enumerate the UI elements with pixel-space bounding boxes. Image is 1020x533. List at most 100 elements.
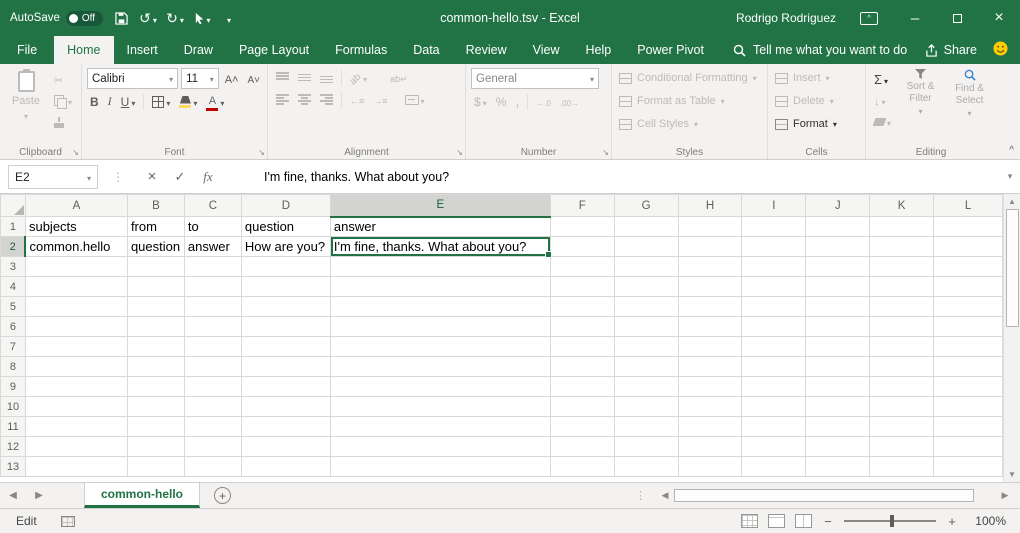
cell-h3[interactable] <box>678 257 742 277</box>
cell-i4[interactable] <box>742 277 806 297</box>
column-header-k[interactable]: K <box>870 195 934 217</box>
cell-e10[interactable] <box>330 397 550 417</box>
cell-e1[interactable]: answer <box>330 217 550 237</box>
decrease-decimal-button[interactable] <box>557 92 582 111</box>
cell-f13[interactable] <box>550 457 614 477</box>
cell-h6[interactable] <box>678 317 742 337</box>
vertical-scrollbar[interactable]: ▲ ▼ <box>1003 194 1020 482</box>
grow-font-button[interactable] <box>222 69 242 88</box>
ribbon-display-options-button[interactable] <box>852 0 894 36</box>
cell-l6[interactable] <box>934 317 1003 337</box>
cell-i8[interactable] <box>742 357 806 377</box>
cell-e12[interactable] <box>330 437 550 457</box>
cell-l7[interactable] <box>934 337 1003 357</box>
cell-l1[interactable] <box>934 217 1003 237</box>
percent-style-button[interactable] <box>493 92 510 111</box>
cell-i1[interactable] <box>742 217 806 237</box>
align-bottom-button[interactable] <box>317 68 336 87</box>
tab-file[interactable]: File <box>0 36 54 64</box>
cell-j6[interactable] <box>806 317 870 337</box>
cell-i11[interactable] <box>742 417 806 437</box>
tell-me-search[interactable]: Tell me what you want to do <box>733 36 907 64</box>
cell-j12[interactable] <box>806 437 870 457</box>
undo-button[interactable] <box>139 6 157 30</box>
cell-h9[interactable] <box>678 377 742 397</box>
collapse-ribbon-icon[interactable] <box>1009 145 1014 156</box>
cell-h8[interactable] <box>678 357 742 377</box>
sheet-nav-left-icon[interactable]: ◀ <box>0 490 26 501</box>
number-dialog-launcher-icon[interactable] <box>602 148 609 157</box>
cell-d2[interactable]: How are you? <box>241 237 330 257</box>
cancel-entry-button[interactable] <box>138 168 166 185</box>
cell-j5[interactable] <box>806 297 870 317</box>
row-header-11[interactable]: 11 <box>1 417 26 437</box>
font-size-combo[interactable]: 11 <box>181 68 219 89</box>
cell-e2[interactable]: I'm fine, thanks. What about you? <box>330 237 550 257</box>
horizontal-scroll-thumb[interactable] <box>674 489 974 502</box>
cell-a11[interactable] <box>25 417 127 437</box>
cell-k8[interactable] <box>870 357 934 377</box>
cell-b2[interactable]: question <box>127 237 184 257</box>
account-user-name[interactable]: Rodrigo Rodriguez <box>736 11 836 25</box>
cell-k4[interactable] <box>870 277 934 297</box>
cell-k11[interactable] <box>870 417 934 437</box>
cell-b4[interactable] <box>127 277 184 297</box>
alignment-dialog-launcher-icon[interactable] <box>456 148 463 157</box>
scroll-up-icon[interactable]: ▲ <box>1004 194 1020 209</box>
align-center-button[interactable] <box>295 90 314 109</box>
cell-e8[interactable] <box>330 357 550 377</box>
cell-c13[interactable] <box>184 457 241 477</box>
cell-k2[interactable] <box>870 237 934 257</box>
cell-d13[interactable] <box>241 457 330 477</box>
cell-i13[interactable] <box>742 457 806 477</box>
cell-c1[interactable]: to <box>184 217 241 237</box>
cell-g13[interactable] <box>614 457 678 477</box>
cell-l11[interactable] <box>934 417 1003 437</box>
cell-f6[interactable] <box>550 317 614 337</box>
row-header-3[interactable]: 3 <box>1 257 26 277</box>
cell-g12[interactable] <box>614 437 678 457</box>
cell-c6[interactable] <box>184 317 241 337</box>
cell-d1[interactable]: question <box>241 217 330 237</box>
cell-l9[interactable] <box>934 377 1003 397</box>
cell-f3[interactable] <box>550 257 614 277</box>
cell-k6[interactable] <box>870 317 934 337</box>
row-header-10[interactable]: 10 <box>1 397 26 417</box>
row-header-7[interactable]: 7 <box>1 337 26 357</box>
tab-help[interactable]: Help <box>573 36 625 64</box>
row-header-6[interactable]: 6 <box>1 317 26 337</box>
cell-d8[interactable] <box>241 357 330 377</box>
cell-i12[interactable] <box>742 437 806 457</box>
cell-d12[interactable] <box>241 437 330 457</box>
cell-f12[interactable] <box>550 437 614 457</box>
cell-l10[interactable] <box>934 397 1003 417</box>
cell-d9[interactable] <box>241 377 330 397</box>
cell-i3[interactable] <box>742 257 806 277</box>
page-layout-view-button[interactable] <box>768 514 785 528</box>
cell-a5[interactable] <box>25 297 127 317</box>
scroll-left-icon[interactable]: ◀ <box>656 490 674 501</box>
cell-f11[interactable] <box>550 417 614 437</box>
formula-bar-resize-handle[interactable] <box>112 170 124 184</box>
touch-mouse-mode-button[interactable] <box>193 6 211 30</box>
customize-quick-access-button[interactable] <box>220 6 238 30</box>
row-header-2[interactable]: 2 <box>1 237 26 257</box>
cell-e3[interactable] <box>330 257 550 277</box>
italic-button[interactable] <box>105 92 115 111</box>
feedback-smiley-button[interactable] <box>993 41 1008 59</box>
zoom-slider[interactable] <box>844 520 936 522</box>
maximize-button[interactable] <box>936 0 978 36</box>
cell-e11[interactable] <box>330 417 550 437</box>
cell-k7[interactable] <box>870 337 934 357</box>
cell-j8[interactable] <box>806 357 870 377</box>
cell-a9[interactable] <box>25 377 127 397</box>
align-left-button[interactable] <box>273 90 292 109</box>
cell-g10[interactable] <box>614 397 678 417</box>
macro-record-icon[interactable] <box>61 516 75 527</box>
tab-page-layout[interactable]: Page Layout <box>226 36 322 64</box>
cell-f8[interactable] <box>550 357 614 377</box>
row-header-12[interactable]: 12 <box>1 437 26 457</box>
cell-d6[interactable] <box>241 317 330 337</box>
cell-h7[interactable] <box>678 337 742 357</box>
align-top-button[interactable] <box>273 68 292 87</box>
